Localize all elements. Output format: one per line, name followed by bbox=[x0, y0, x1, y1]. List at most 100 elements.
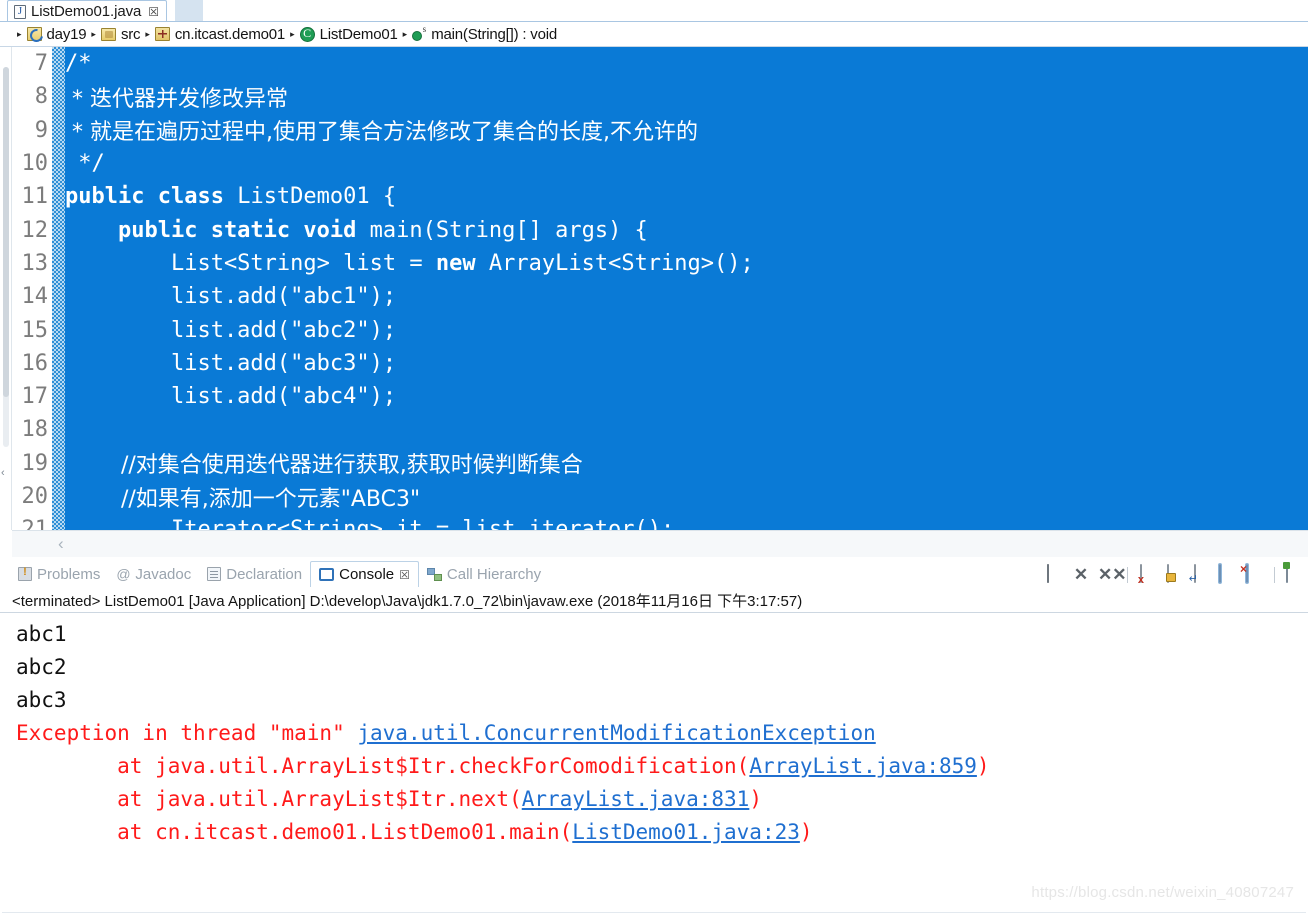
breadcrumb-item-src[interactable]: src bbox=[100, 26, 141, 43]
code-text[interactable]: list.add("abc3"); bbox=[65, 347, 396, 380]
line-number: 21 bbox=[21, 517, 49, 530]
console-error-text: ) bbox=[799, 820, 813, 844]
clear-console-button[interactable] bbox=[1137, 564, 1157, 585]
problems-icon bbox=[18, 566, 32, 581]
code-text[interactable]: public static void main(String[] args) { bbox=[65, 213, 648, 246]
code-lines: 7/* 8 * 迭代器并发修改异常 9 * 就是在遍历过程中,使用了集合方法修改了集… bbox=[12, 47, 1308, 530]
code-line: 19 //对集合使用迭代器进行获取,获取时候判断集合 bbox=[12, 447, 1308, 480]
code-line: 7 /* bbox=[12, 47, 1308, 80]
console-output-line: abc3 bbox=[16, 684, 1308, 717]
breadcrumb-label-project: day19 bbox=[46, 25, 87, 43]
tab-problems[interactable]: Problems bbox=[10, 561, 108, 587]
java-file-icon bbox=[14, 4, 26, 19]
editor-tab-bar: ListDemo01.java ☒ bbox=[0, 0, 1308, 22]
call-hierarchy-icon bbox=[426, 567, 442, 581]
line-number: 12 bbox=[21, 217, 49, 243]
line-number: 20 bbox=[21, 484, 49, 509]
console-output-line: abc2 bbox=[16, 651, 1308, 684]
console-icon bbox=[319, 568, 335, 581]
editor-text-area[interactable]: 7/* 8 * 迭代器并发修改异常 9 * 就是在遍历过程中,使用了集合方法修改了集… bbox=[12, 47, 1308, 530]
breadcrumb-label-class: ListDemo01 bbox=[319, 25, 398, 43]
breadcrumb-arrow-1: ▸ bbox=[91, 28, 96, 39]
stack-trace-link[interactable]: ArrayList.java:859 bbox=[749, 754, 977, 778]
breadcrumb-arrow-4: ▸ bbox=[402, 28, 408, 39]
pin-console-button[interactable] bbox=[1284, 564, 1304, 585]
terminate-button[interactable] bbox=[1044, 564, 1064, 585]
line-number: 18 bbox=[21, 417, 49, 443]
console-output-line: at cn.itcast.demo01.ListDemo01.main(List… bbox=[16, 816, 1308, 849]
breadcrumb-item-project[interactable]: day19 bbox=[26, 25, 87, 43]
editor-rail-arrow-icon[interactable]: ‹ bbox=[1, 467, 5, 479]
remove-launch-button[interactable]: ✕ bbox=[1071, 565, 1091, 585]
source-folder-icon bbox=[100, 27, 116, 41]
watermark: https://blog.csdn.net/weixin_40807247 bbox=[1031, 884, 1294, 901]
method-icon bbox=[412, 24, 426, 41]
console-text: abc2 bbox=[16, 655, 67, 679]
code-line: 10 */ bbox=[12, 147, 1308, 180]
console-text: abc1 bbox=[16, 622, 67, 646]
code-text[interactable]: */ bbox=[65, 147, 105, 180]
tab-console[interactable]: Console ☒ bbox=[310, 561, 419, 587]
close-icon[interactable]: ☒ bbox=[399, 568, 410, 582]
breadcrumb-item-package[interactable]: cn.itcast.demo01 bbox=[154, 26, 285, 43]
code-line: 20 //如果有,添加一个元素"ABC3" bbox=[12, 480, 1308, 513]
open-console-button[interactable] bbox=[1245, 564, 1265, 585]
code-text[interactable]: //对集合使用迭代器进行获取,获取时候判断集合 bbox=[65, 447, 583, 480]
scroll-left-icon[interactable]: ‹ bbox=[58, 534, 64, 554]
editor-horizontal-scrollbar[interactable]: ‹ bbox=[12, 530, 1308, 557]
code-text[interactable]: List<String> list = new ArrayList<String… bbox=[65, 247, 754, 280]
code-line: 8 * 迭代器并发修改异常 bbox=[12, 80, 1308, 113]
code-text[interactable]: /* bbox=[65, 47, 92, 80]
editor-tab-label: ListDemo01.java bbox=[31, 3, 142, 20]
line-number: 15 bbox=[21, 317, 49, 343]
word-wrap-button[interactable] bbox=[1191, 564, 1211, 585]
stack-trace-link[interactable]: ArrayList.java:831 bbox=[522, 787, 750, 811]
tab-declaration[interactable]: Declaration bbox=[199, 561, 310, 587]
tab-call-hierarchy[interactable]: Call Hierarchy bbox=[419, 561, 549, 587]
stack-trace-link[interactable]: java.util.ConcurrentModificationExceptio… bbox=[357, 721, 875, 745]
tab-javadoc[interactable]: @ Javadoc bbox=[108, 561, 199, 587]
code-text[interactable]: list.add("abc1"); bbox=[65, 280, 396, 313]
tab-javadoc-label: Javadoc bbox=[135, 565, 192, 583]
console-error-text: at java.util.ArrayList$Itr.checkForComod… bbox=[16, 754, 750, 778]
line-number: 11 bbox=[21, 184, 49, 210]
breadcrumb-item-class[interactable]: ListDemo01 bbox=[299, 25, 398, 43]
display-selected-console-button[interactable] bbox=[1218, 564, 1238, 585]
breadcrumb-arrow-0: ▸ bbox=[17, 28, 22, 39]
code-text[interactable]: public class ListDemo01 { bbox=[65, 180, 396, 213]
code-editor[interactable]: ‹ 7/* 8 * 迭代器并发修改异常 9 * 就是在遍历过程中,使用了集合方法修改… bbox=[0, 47, 1308, 557]
toolbar-separator-1 bbox=[1127, 567, 1128, 583]
editor-tab-listdemo01[interactable]: ListDemo01.java ☒ bbox=[7, 0, 167, 22]
code-line: 17 list.add("abc4"); bbox=[12, 380, 1308, 413]
close-icon[interactable]: ☒ bbox=[146, 6, 159, 18]
console-error-text: at cn.itcast.demo01.ListDemo01.main( bbox=[16, 820, 573, 844]
code-line: 11 public class ListDemo01 { bbox=[12, 180, 1308, 213]
tab-console-label: Console bbox=[339, 566, 395, 583]
console-text: abc3 bbox=[16, 688, 67, 712]
code-text[interactable]: * 就是在遍历过程中,使用了集合方法修改了集合的长度,不允许的 bbox=[65, 114, 698, 147]
code-line: 15 list.add("abc2"); bbox=[12, 313, 1308, 346]
code-text[interactable]: list.add("abc2"); bbox=[65, 313, 396, 346]
code-text[interactable]: list.add("abc4"); bbox=[65, 380, 396, 413]
stack-trace-link[interactable]: ListDemo01.java:23 bbox=[572, 820, 800, 844]
class-icon bbox=[299, 26, 315, 42]
line-number: 13 bbox=[21, 250, 49, 276]
scroll-lock-button[interactable] bbox=[1164, 564, 1184, 585]
console-output[interactable]: abc1 abc2 abc3 Exception in thread "main" j… bbox=[0, 613, 1308, 913]
code-text[interactable]: //如果有,添加一个元素"ABC3" bbox=[65, 480, 420, 513]
remove-all-terminated-button[interactable]: ✕✕ bbox=[1098, 565, 1127, 585]
toolbar-separator-2 bbox=[1274, 567, 1275, 583]
declaration-icon bbox=[207, 567, 222, 581]
code-text[interactable]: Iterator<String> it = list.iterator(); bbox=[65, 513, 674, 530]
line-number: 9 bbox=[34, 117, 48, 143]
editor-vertical-scrollbar-thumb[interactable] bbox=[3, 67, 9, 397]
console-output-line: at java.util.ArrayList$Itr.checkForComod… bbox=[16, 750, 1308, 783]
breadcrumb-item-method[interactable]: main(String[]) : void bbox=[412, 24, 557, 43]
console-error-text: at java.util.ArrayList$Itr.next( bbox=[16, 787, 522, 811]
console-panel: Problems @ Javadoc Declaration Console ☒… bbox=[0, 560, 1308, 913]
code-line: 9 * 就是在遍历过程中,使用了集合方法修改了集合的长度,不允许的 bbox=[12, 114, 1308, 147]
javadoc-icon: @ bbox=[116, 566, 131, 582]
console-output-line: abc1 bbox=[16, 618, 1308, 651]
code-text[interactable]: * 迭代器并发修改异常 bbox=[65, 80, 288, 113]
line-number: 10 bbox=[21, 151, 49, 177]
